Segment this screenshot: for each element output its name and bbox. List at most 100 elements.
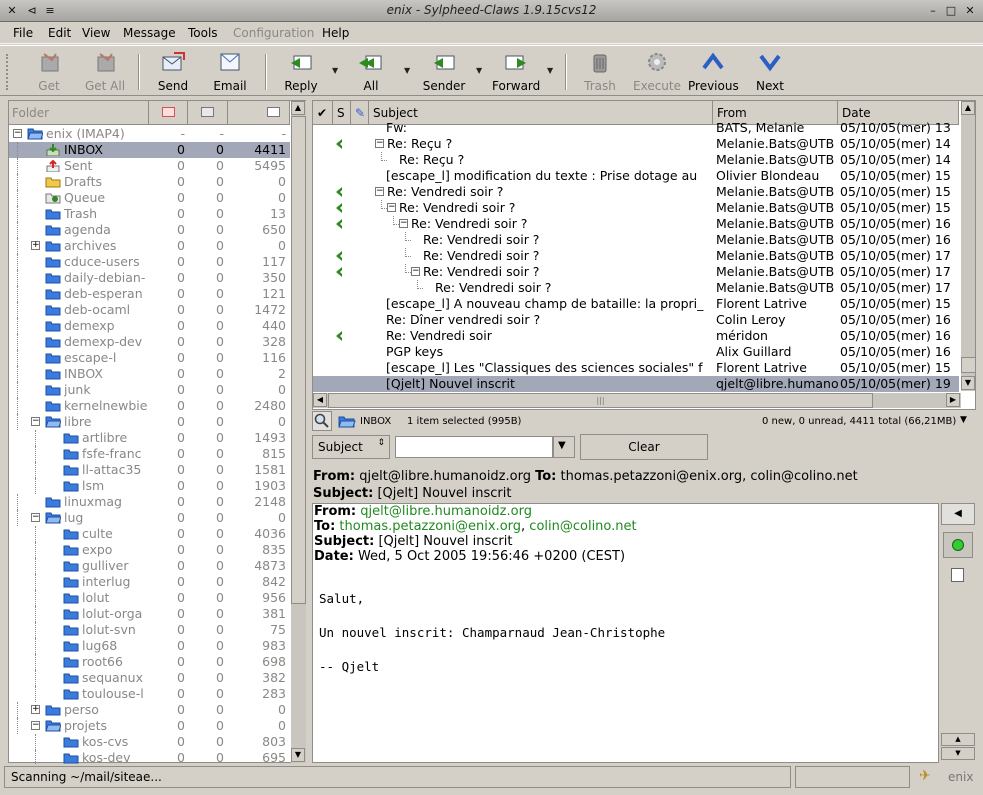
scroll-down-icon[interactable]: ▼ bbox=[941, 747, 975, 760]
folder-item[interactable]: INBOX 0 0 4411 bbox=[9, 142, 290, 158]
folder-item[interactable]: Trash 0 0 13 bbox=[9, 206, 290, 222]
message-row[interactable]: Re: Reçu ? Melanie.Bats@UTB 05/10/05(mer) … bbox=[313, 152, 959, 168]
quicksearch-toggle-button[interactable] bbox=[312, 411, 332, 431]
folder-item[interactable]: artlibre 0 0 1493 bbox=[9, 430, 290, 446]
reply-button[interactable]: Reply bbox=[282, 50, 320, 94]
folder-item[interactable]: lsm 0 0 1903 bbox=[9, 478, 290, 494]
folder-item[interactable]: demexp-dev 0 0 328 bbox=[9, 334, 290, 350]
folder-column-header[interactable]: Folder bbox=[9, 101, 149, 125]
folder-item[interactable]: lolut-orga 0 0 381 bbox=[9, 606, 290, 622]
expand-icon[interactable]: + bbox=[31, 241, 40, 250]
menu-message[interactable]: Message bbox=[123, 26, 176, 40]
mime-text-part-button[interactable] bbox=[943, 532, 973, 558]
get-all-button[interactable]: Get All bbox=[83, 50, 127, 94]
maximize-icon[interactable]: □ bbox=[943, 3, 959, 19]
folder-item[interactable]: junk 0 0 0 bbox=[9, 382, 290, 398]
folder-item[interactable]: toulouse-l 0 0 283 bbox=[9, 686, 290, 702]
search-field-select[interactable]: Subject ⇕ bbox=[312, 435, 390, 459]
scroll-left-icon[interactable]: ◀ bbox=[313, 393, 327, 407]
menu-view[interactable]: View bbox=[82, 26, 110, 40]
folder-item[interactable]: Queue 0 0 0 bbox=[9, 190, 290, 206]
message-row[interactable]: − Re: Vendredi soir ? Melanie.Bats@UTB 05/1… bbox=[313, 216, 959, 232]
folder-item[interactable]: linuxmag 0 0 2148 bbox=[9, 494, 290, 510]
folder-item[interactable]: daily-debian- 0 0 350 bbox=[9, 270, 290, 286]
folder-scrollbar[interactable]: ▲ ▼ bbox=[291, 101, 306, 763]
email-button[interactable]: Email bbox=[212, 50, 248, 94]
collapse-icon[interactable]: − bbox=[31, 513, 40, 522]
collapse-icon[interactable]: − bbox=[13, 129, 22, 138]
trash-button[interactable]: Trash bbox=[582, 50, 618, 94]
menu-tools[interactable]: Tools bbox=[188, 26, 218, 40]
previous-button[interactable]: Previous bbox=[688, 50, 739, 94]
folder-item[interactable]: fsfe-franc 0 0 815 bbox=[9, 446, 290, 462]
account-label[interactable]: enix bbox=[948, 770, 973, 784]
folder-item[interactable]: deb-ocaml 0 0 1472 bbox=[9, 302, 290, 318]
folder-item[interactable]: gulliver 0 0 4873 bbox=[9, 558, 290, 574]
search-history-dropdown[interactable]: ▼ bbox=[553, 436, 575, 458]
collapse-thread-icon[interactable]: − bbox=[411, 267, 420, 276]
folder-item[interactable]: kos-cvs 0 0 803 bbox=[9, 734, 290, 750]
to-link-1[interactable]: thomas.petazzoni@enix.org bbox=[339, 519, 521, 534]
message-row[interactable]: PGP keys Alix Guillard 05/10/05(mer) 16 bbox=[313, 344, 959, 360]
scroll-right-icon[interactable]: ▶ bbox=[946, 393, 960, 407]
mime-toggle-button[interactable]: ◀ bbox=[941, 503, 975, 525]
folder-item[interactable]: − lug 0 0 0 bbox=[9, 510, 290, 526]
folder-item[interactable]: lug68 0 0 983 bbox=[9, 638, 290, 654]
reply-dropdown-icon[interactable]: ▼ bbox=[332, 66, 338, 75]
message-row[interactable]: Re: Vendredi soir méridon 05/10/05(mer) 16 bbox=[313, 328, 959, 344]
folder-item[interactable]: kernelnewbie 0 0 2480 bbox=[9, 398, 290, 414]
collapse-thread-icon[interactable]: − bbox=[387, 203, 396, 212]
expand-icon[interactable]: + bbox=[31, 705, 40, 714]
collapse-thread-icon[interactable]: − bbox=[399, 219, 408, 228]
menu-help[interactable]: Help bbox=[322, 26, 349, 40]
message-row[interactable]: − Re: Vendredi soir ? Melanie.Bats@UTB 05/1… bbox=[313, 264, 959, 280]
reply-all-dropdown-icon[interactable]: ▼ bbox=[404, 66, 410, 75]
folder-item[interactable]: − libre 0 0 0 bbox=[9, 414, 290, 430]
message-row[interactable]: Re: Vendredi soir ? Melanie.Bats@UTB 05/10… bbox=[313, 248, 959, 264]
message-row[interactable]: Re: Dîner vendredi soir ? Colin Leroy 05/1… bbox=[313, 312, 959, 328]
execute-button[interactable]: Execute bbox=[633, 50, 681, 94]
forward-dropdown-icon[interactable]: ▼ bbox=[547, 66, 553, 75]
folder-item[interactable]: culte 0 0 4036 bbox=[9, 526, 290, 542]
clear-button[interactable]: Clear bbox=[580, 434, 708, 460]
unread-column-header[interactable] bbox=[188, 101, 228, 125]
folder-item[interactable]: cduce-users 0 0 117 bbox=[9, 254, 290, 270]
folder-item[interactable]: agenda 0 0 650 bbox=[9, 222, 290, 238]
scroll-down-icon[interactable]: ▼ bbox=[961, 376, 975, 390]
send-button[interactable]: Send bbox=[155, 50, 191, 94]
message-scroll-thumb[interactable] bbox=[961, 357, 975, 373]
message-row[interactable]: Fw: BATS, Melanie 05/10/05(mer) 13 bbox=[313, 120, 959, 136]
total-column-header[interactable] bbox=[228, 101, 290, 125]
message-row[interactable]: − Re: Reçu ? Melanie.Bats@UTB 05/10/05(mer)… bbox=[313, 136, 959, 152]
message-row[interactable]: − Re: Vendredi soir ? Melanie.Bats@UTB 05/1… bbox=[313, 200, 959, 216]
collapse-icon[interactable]: − bbox=[31, 721, 40, 730]
folder-item[interactable]: INBOX 0 0 2 bbox=[9, 366, 290, 382]
reply-all-button[interactable]: All bbox=[356, 50, 386, 94]
folder-item[interactable]: demexp 0 0 440 bbox=[9, 318, 290, 334]
reply-sender-button[interactable]: Sender bbox=[422, 50, 466, 94]
message-body[interactable]: Salut, Un nouvel inscrit: Champarnaud Jea… bbox=[313, 590, 938, 675]
offline-switch-icon[interactable]: ✈ bbox=[919, 768, 931, 784]
folder-item[interactable]: + perso 0 0 0 bbox=[9, 702, 290, 718]
message-list-vscrollbar[interactable]: ▲ ▼ bbox=[961, 101, 975, 391]
folder-item[interactable]: sequanux 0 0 382 bbox=[9, 670, 290, 686]
collapse-thread-icon[interactable]: − bbox=[375, 139, 384, 148]
get-button[interactable]: Get bbox=[32, 50, 66, 94]
collapse-thread-icon[interactable]: − bbox=[375, 187, 384, 196]
message-row[interactable]: [escape_l] A nouveau champ de bataille: … bbox=[313, 296, 959, 312]
folder-item[interactable]: deb-esperan 0 0 121 bbox=[9, 286, 290, 302]
sender-dropdown-icon[interactable]: ▼ bbox=[476, 66, 482, 75]
menu-configuration[interactable]: Configuration bbox=[233, 26, 314, 40]
next-button[interactable]: Next bbox=[755, 50, 785, 94]
message-row[interactable]: [Qjelt] Nouvel inscrit qjelt@libre.humano… bbox=[313, 376, 959, 392]
to-link-2[interactable]: colin@colino.net bbox=[529, 519, 636, 534]
folder-item[interactable]: Drafts 0 0 0 bbox=[9, 174, 290, 190]
mime-part-icon[interactable] bbox=[951, 568, 964, 582]
folder-item[interactable]: escape-l 0 0 116 bbox=[9, 350, 290, 366]
folder-item[interactable]: root66 0 0 698 bbox=[9, 654, 290, 670]
from-link[interactable]: qjelt@libre.humanoidz.org bbox=[360, 504, 532, 519]
forward-button[interactable]: Forward bbox=[492, 50, 540, 94]
folder-item[interactable]: expo 0 0 835 bbox=[9, 542, 290, 558]
message-list-hscrollbar[interactable]: ◀ ||| ▶ bbox=[313, 393, 961, 408]
folder-item[interactable]: interlug 0 0 842 bbox=[9, 574, 290, 590]
